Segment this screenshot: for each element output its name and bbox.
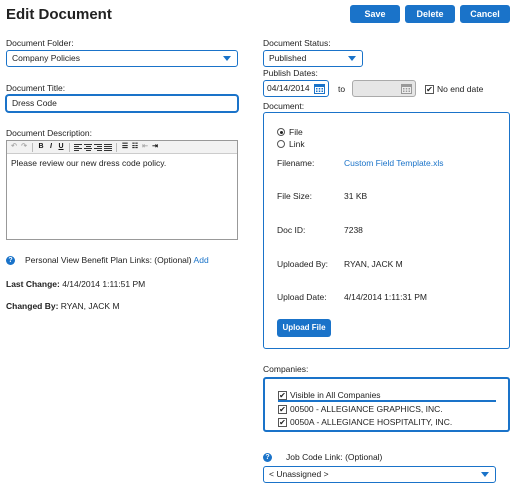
description-text[interactable]: Please review our new dress code policy. xyxy=(7,154,237,172)
numbered-list-icon[interactable]: ☰ xyxy=(121,143,129,151)
companies-label: Companies: xyxy=(263,364,309,374)
chevron-down-icon xyxy=(223,56,231,61)
publish-to-input[interactable] xyxy=(352,80,416,97)
filesize-label: File Size: xyxy=(277,191,312,201)
filename-label: Filename: xyxy=(277,158,315,168)
benefit-links-add-link[interactable]: Add xyxy=(194,255,209,265)
radio-icon[interactable] xyxy=(277,128,285,136)
companies-divider xyxy=(278,400,496,402)
radio-icon[interactable] xyxy=(277,140,285,148)
filename-link[interactable]: Custom Field Template.xls xyxy=(344,158,444,168)
job-code-label: Job Code Link: (Optional) xyxy=(286,452,383,462)
delete-button[interactable]: Delete xyxy=(405,5,455,23)
calendar-icon[interactable] xyxy=(314,83,325,94)
title-value: Dress Code xyxy=(12,98,57,108)
publish-dates-label: Publish Dates: xyxy=(263,68,318,78)
no-end-date[interactable]: ✔ No end date xyxy=(425,84,483,94)
folder-label: Document Folder: xyxy=(6,38,74,48)
save-button[interactable]: Save xyxy=(350,5,400,23)
benefit-links-label: Personal View Benefit Plan Links: (Optio… xyxy=(25,255,209,265)
italic-icon[interactable]: I xyxy=(47,143,55,151)
checkbox-icon[interactable]: ✔ xyxy=(425,84,434,94)
cancel-button[interactable]: Cancel xyxy=(460,5,510,23)
toolbar-divider xyxy=(69,142,70,152)
description-editor[interactable]: ↶ ↷ B I U ☰ ☷ ⇤ ⇥ Please review our new … xyxy=(6,140,238,240)
publish-to-word: to xyxy=(338,84,346,94)
radio-link[interactable]: Link xyxy=(277,139,305,149)
changed-by: Changed By: RYAN, JACK M xyxy=(6,301,120,311)
uploaded-by-value: RYAN, JACK M xyxy=(344,259,403,269)
underline-icon[interactable]: U xyxy=(57,143,65,151)
last-change-value: 4/14/2014 1:11:51 PM xyxy=(62,279,146,289)
justify-icon[interactable] xyxy=(104,143,112,151)
uploaded-by-label: Uploaded By: xyxy=(277,259,329,269)
changed-by-label: Changed By: xyxy=(6,301,59,311)
upload-date-label: Upload Date: xyxy=(277,292,327,302)
companies-list[interactable]: ✔ Visible in All Companies ✔ 00500 - ALL… xyxy=(263,377,510,432)
last-change-label: Last Change: xyxy=(6,279,60,289)
checkbox-icon[interactable]: ✔ xyxy=(278,417,287,427)
toolbar-divider xyxy=(32,142,33,152)
no-end-date-label: No end date xyxy=(437,84,484,94)
company-label: 0050A - ALLEGIANCE HOSPITALITY, INC. xyxy=(290,417,453,427)
page-title: Edit Document xyxy=(6,6,112,23)
publish-from-value: 04/14/2014 xyxy=(267,83,310,93)
bold-icon[interactable]: B xyxy=(37,143,45,151)
editor-toolbar: ↶ ↷ B I U ☰ ☷ ⇤ ⇥ xyxy=(7,141,237,154)
outdent-icon[interactable]: ⇤ xyxy=(141,143,149,151)
checkbox-icon[interactable]: ✔ xyxy=(278,390,287,400)
radio-file[interactable]: File xyxy=(277,127,303,137)
title-input[interactable]: Dress Code xyxy=(6,95,238,112)
job-code-row: ? Job Code Link: (Optional) xyxy=(263,452,382,462)
chevron-down-icon xyxy=(348,56,356,61)
job-code-value: < Unassigned > xyxy=(269,469,329,479)
calendar-icon[interactable] xyxy=(401,83,412,94)
changed-by-value: RYAN, JACK M xyxy=(60,301,120,311)
company-item[interactable]: ✔ 00500 - ALLEGIANCE GRAPHICS, INC. xyxy=(278,404,443,414)
status-value: Published xyxy=(269,53,307,63)
checkbox-icon[interactable]: ✔ xyxy=(278,404,287,414)
chevron-down-icon xyxy=(481,472,489,477)
company-label: 00500 - ALLEGIANCE GRAPHICS, INC. xyxy=(290,404,443,414)
redo-icon[interactable]: ↷ xyxy=(20,143,28,151)
toolbar-divider xyxy=(116,142,117,152)
job-code-select[interactable]: < Unassigned > xyxy=(263,466,496,483)
benefit-links-row: ? Personal View Benefit Plan Links: (Opt… xyxy=(6,255,209,265)
filesize-value: 31 KB xyxy=(344,191,368,201)
company-label: Visible in All Companies xyxy=(290,390,381,400)
folder-value: Company Policies xyxy=(12,53,81,63)
align-left-icon[interactable] xyxy=(74,143,82,151)
docid-label: Doc ID: xyxy=(277,225,306,235)
upload-file-button[interactable]: Upload File xyxy=(277,319,331,337)
radio-file-label: File xyxy=(289,127,303,137)
document-panel: File Link Filename: Custom Field Templat… xyxy=(263,112,510,349)
folder-select[interactable]: Company Policies xyxy=(6,50,238,67)
publish-from-input[interactable]: 04/14/2014 xyxy=(263,80,329,97)
status-label: Document Status: xyxy=(263,38,331,48)
undo-icon[interactable]: ↶ xyxy=(10,143,18,151)
company-item[interactable]: ✔ Visible in All Companies xyxy=(278,390,381,400)
radio-link-label: Link xyxy=(289,139,305,149)
help-icon[interactable]: ? xyxy=(263,452,272,462)
description-label: Document Description: xyxy=(6,128,92,138)
company-item[interactable]: ✔ 0050A - ALLEGIANCE HOSPITALITY, INC. xyxy=(278,417,452,427)
upload-date-value: 4/14/2014 1:11:31 PM xyxy=(344,292,428,302)
last-change: Last Change: 4/14/2014 1:11:51 PM xyxy=(6,279,145,289)
document-label: Document: xyxy=(263,101,305,111)
bullet-list-icon[interactable]: ☷ xyxy=(131,143,139,151)
title-label: Document Title: xyxy=(6,83,66,93)
align-right-icon[interactable] xyxy=(94,143,102,151)
align-center-icon[interactable] xyxy=(84,143,92,151)
status-select[interactable]: Published xyxy=(263,50,363,67)
indent-icon[interactable]: ⇥ xyxy=(151,143,159,151)
docid-value: 7238 xyxy=(344,225,363,235)
help-icon[interactable]: ? xyxy=(6,255,15,265)
